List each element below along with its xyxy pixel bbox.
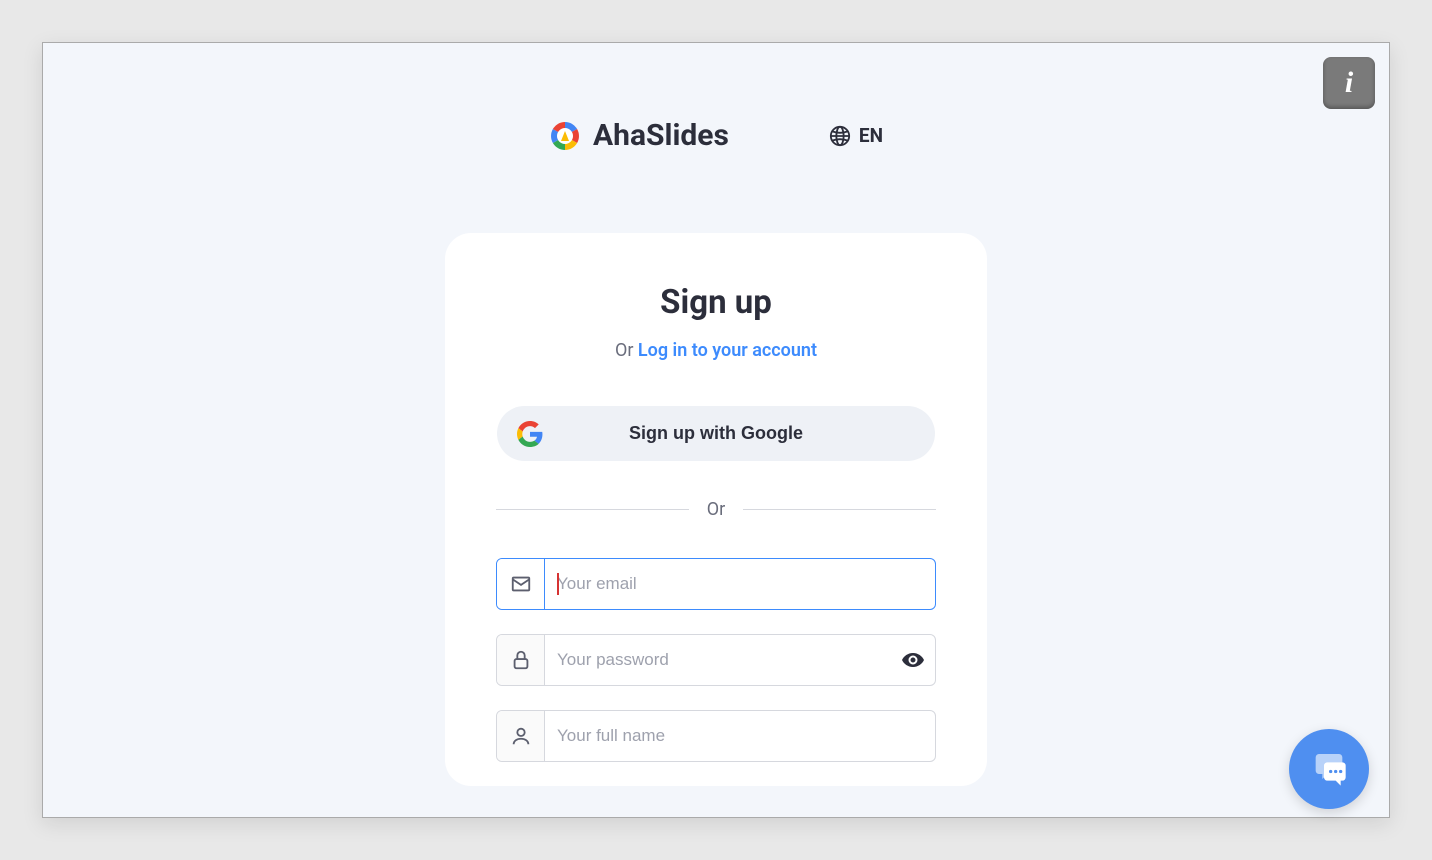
globe-icon (829, 125, 851, 147)
language-code: EN (859, 124, 883, 147)
signup-card: Sign up Or Log in to your account Sign u… (445, 233, 987, 786)
mail-icon-box (497, 559, 545, 609)
fullname-field[interactable] (545, 711, 935, 761)
eye-icon (901, 648, 925, 672)
google-icon (517, 421, 543, 447)
brand: AhaSlides (549, 118, 729, 153)
text-cursor (557, 573, 559, 595)
email-input-group (496, 558, 936, 610)
info-badge-button[interactable]: i (1323, 57, 1375, 109)
brand-name: AhaSlides (593, 118, 729, 153)
google-signup-button[interactable]: Sign up with Google (497, 406, 935, 461)
email-field[interactable] (545, 559, 790, 609)
google-button-label: Sign up with Google (543, 423, 915, 444)
user-icon (510, 725, 532, 747)
divider-text: Or (707, 499, 725, 520)
chat-button[interactable] (1289, 729, 1369, 809)
info-icon: i (1345, 66, 1353, 100)
lock-icon-box (497, 635, 545, 685)
language-selector[interactable]: EN (829, 124, 883, 147)
toggle-password-visibility[interactable] (891, 648, 935, 672)
divider: Or (496, 499, 936, 520)
fullname-input-group (496, 710, 936, 762)
password-field[interactable] (545, 635, 891, 685)
subtitle: Or Log in to your account (615, 340, 817, 361)
header: AhaSlides EN (43, 43, 1389, 153)
user-icon-box (497, 711, 545, 761)
divider-line-left (496, 509, 689, 510)
password-input-group (496, 634, 936, 686)
app-window: i AhaSlides EN (42, 42, 1390, 818)
divider-line-right (743, 509, 936, 510)
chat-icon (1309, 749, 1349, 789)
brand-logo-icon (549, 120, 581, 152)
subtitle-prefix: Or (615, 340, 638, 361)
lock-icon (510, 649, 532, 671)
page-title: Sign up (660, 283, 772, 322)
login-link[interactable]: Log in to your account (638, 340, 817, 361)
mail-icon (510, 573, 532, 595)
